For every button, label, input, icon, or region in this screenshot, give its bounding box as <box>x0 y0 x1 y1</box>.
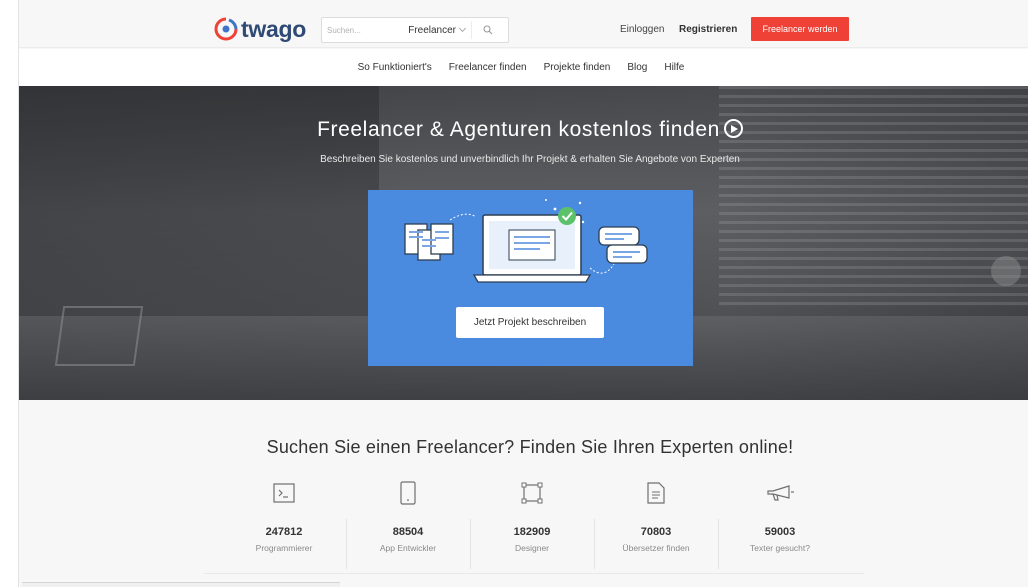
nav-item-find-freelancers[interactable]: Freelancer finden <box>449 62 527 73</box>
play-icon[interactable] <box>723 119 743 138</box>
nav-item-find-projects[interactable]: Projekte finden <box>544 62 611 73</box>
chat-bubbles-icon <box>598 226 648 264</box>
horizontal-scrollbar[interactable] <box>22 582 340 587</box>
stat-value: 182909 <box>513 526 551 538</box>
freelancer-stats: 247812 Programmierer 88504 App Entwickle… <box>222 475 842 575</box>
stat-app-developers[interactable]: 88504 App Entwickler <box>346 475 470 575</box>
stat-label: App Entwickler <box>379 543 437 553</box>
terminal-icon <box>273 483 295 503</box>
hero-subtitle: Beschreiben Sie kostenlos und unverbindl… <box>320 154 740 165</box>
search-icon <box>483 25 493 35</box>
login-link[interactable]: Einloggen <box>620 24 664 35</box>
search-input[interactable] <box>322 19 400 41</box>
documents-icon <box>404 223 454 261</box>
stat-label: Programmierer <box>255 543 313 553</box>
nav-item-help[interactable]: Hilfe <box>664 62 684 73</box>
search-button[interactable] <box>472 18 504 42</box>
section-heading: Suchen Sie einen Freelancer? Finden Sie … <box>266 437 794 457</box>
top-header: twago Freelancer Einloggen Registrieren … <box>19 12 1028 48</box>
project-illustration <box>404 199 648 283</box>
logo-icon <box>214 17 238 41</box>
logo[interactable]: twago <box>213 14 306 44</box>
stat-designers[interactable]: 182909 Designer <box>470 475 594 575</box>
stat-label: Übersetzer finden <box>622 543 690 553</box>
hero-title: Freelancer & Agenturen kostenlos finden <box>19 118 1028 142</box>
stat-programmers[interactable]: 247812 Programmierer <box>222 475 346 575</box>
nav-item-how-it-works[interactable]: So Funktioniert's <box>358 62 432 73</box>
divider <box>204 573 864 574</box>
search-category-select[interactable]: Freelancer <box>400 21 472 39</box>
describe-project-button[interactable]: Jetzt Projekt beschreiben <box>456 307 604 338</box>
hero-background-laptop <box>54 306 144 366</box>
tablet-icon <box>400 481 416 505</box>
stat-label: Texter gesucht? <box>749 543 810 553</box>
search-category-value: Freelancer <box>408 24 456 36</box>
stat-value: 247812 <box>265 526 303 538</box>
search-bar: Freelancer <box>321 17 509 43</box>
document-icon <box>647 482 665 504</box>
chevron-down-icon <box>458 24 467 33</box>
logo-text: twago <box>241 15 306 42</box>
project-promo-card: Jetzt Projekt beschreiben <box>368 190 693 366</box>
laptop-icon <box>472 214 592 283</box>
stat-value: 70803 <box>640 526 672 538</box>
hero-banner: Freelancer & Agenturen kostenlos finden … <box>19 86 1028 400</box>
stat-copywriters[interactable]: 59003 Texter gesucht? <box>718 475 842 575</box>
stat-value: 88504 <box>392 526 424 538</box>
stat-translators[interactable]: 70803 Übersetzer finden <box>594 475 718 575</box>
register-link[interactable]: Registrieren <box>679 24 737 35</box>
megaphone-icon <box>767 485 794 501</box>
become-freelancer-button[interactable]: Freelancer werden <box>751 17 849 41</box>
stat-value: 59003 <box>764 526 796 538</box>
main-nav: So Funktioniert's Freelancer finden Proj… <box>19 49 1028 86</box>
hero-background-lamp <box>991 256 1021 286</box>
hero-title-text: Freelancer & Agenturen kostenlos finden <box>317 118 720 141</box>
page-frame: twago Freelancer Einloggen Registrieren … <box>18 0 1028 587</box>
vector-frame-icon <box>521 482 543 504</box>
stat-label: Designer <box>514 543 550 553</box>
nav-item-blog[interactable]: Blog <box>627 62 647 73</box>
